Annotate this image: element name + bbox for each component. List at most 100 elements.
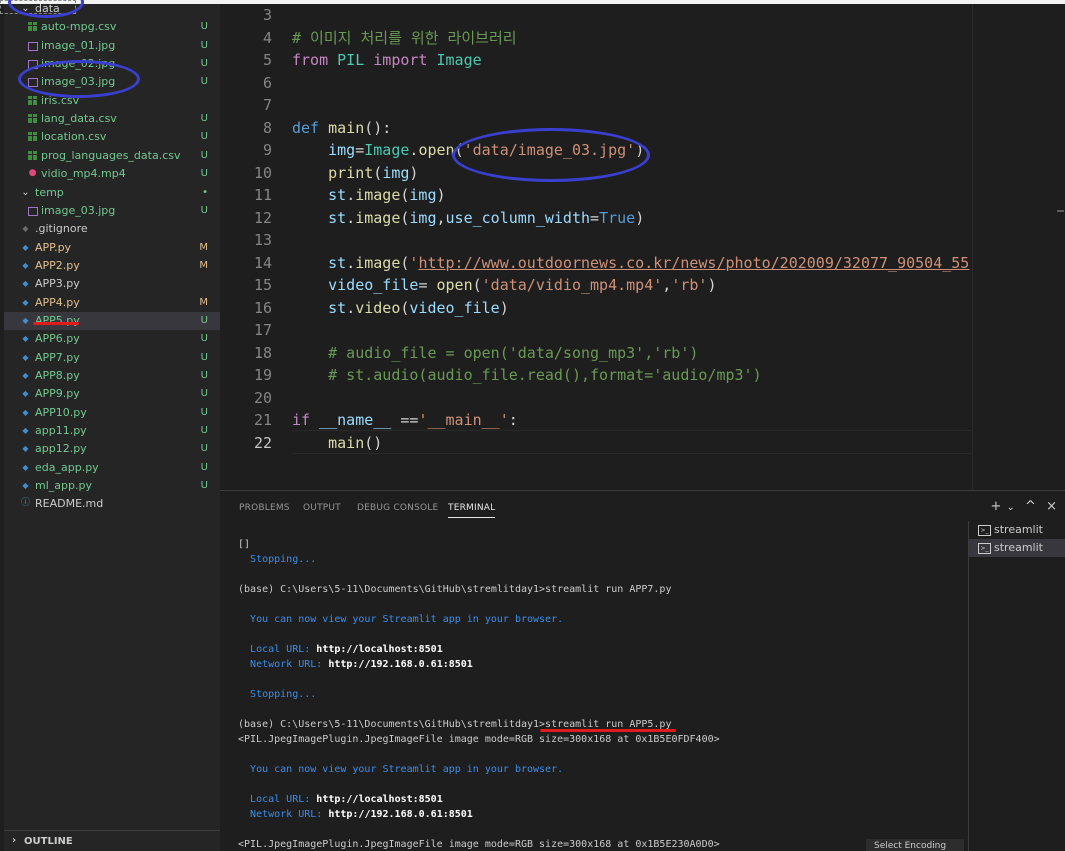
git-status-badge: U (200, 168, 208, 180)
file-item[interactable]: auto-mpg.csv U (4, 18, 220, 36)
code-line[interactable]: 16 st.video(video_file) (220, 297, 980, 319)
git-status-badge: M (199, 259, 208, 271)
editor-scrollbar[interactable] (1055, 4, 1065, 490)
outline-section[interactable]: › OUTLINE (4, 830, 220, 851)
line-number: 7 (262, 96, 272, 114)
line-source: main() (328, 433, 383, 452)
chevron-down-icon[interactable]: ⌄ (1007, 502, 1015, 513)
line-source: video_file= open('data/vidio_mp4.mp4','r… (328, 276, 717, 294)
file-item[interactable]: ● vidio_mp4.mp4 U (4, 165, 220, 183)
code-line[interactable]: 4 # 이미지 처리를 위한 라이브러리 (220, 27, 980, 49)
file-item[interactable]: ◆ app11.py U (4, 422, 220, 440)
file-item[interactable]: ◆ APP.py M (4, 239, 220, 257)
git-status-badge: U (200, 58, 208, 70)
chevron-down-icon: ⌄ (21, 186, 30, 198)
maximize-panel-icon[interactable]: ^ (1025, 499, 1036, 514)
explorer-sidebar: ⌄ data auto-mpg.csv Uimage_01.jpg Uimage_02.… (4, 4, 220, 851)
terminal-line: Stopping... (250, 554, 317, 565)
tab-debug-console[interactable]: DEBUG CONSOLE (357, 503, 438, 513)
python-file-icon: ◆ (22, 462, 29, 472)
git-status-badge: U (200, 388, 208, 400)
python-file-icon: ◆ (22, 407, 29, 417)
file-item[interactable]: ◆ APP2.py M (4, 257, 220, 275)
video-file-icon: ● (28, 168, 37, 179)
file-item[interactable]: ◆ APP8.py U (4, 367, 220, 385)
terminal-line: <PIL.JpegImagePlugin.JpegImageFile image… (238, 839, 720, 850)
tab-terminal[interactable]: TERMINAL (448, 503, 496, 518)
vscode-window: ⌄ data auto-mpg.csv Uimage_01.jpg Uimage_02.… (0, 0, 1065, 851)
terminal-item-2[interactable]: >_ streamlit (969, 539, 1065, 557)
terminal-line: Local URL: http://localhost:8501 (250, 794, 443, 805)
code-line[interactable]: 20 (220, 387, 980, 409)
code-line[interactable]: 6 (220, 72, 980, 94)
file-item[interactable]: ⓘ README.md (4, 495, 220, 513)
file-label: APP6.py (35, 332, 80, 346)
file-item[interactable]: prog_languages_data.csv U (4, 147, 220, 165)
code-line[interactable]: 22 main() (220, 432, 980, 454)
terminal-item-1[interactable]: >_ streamlit (969, 521, 1065, 539)
code-line[interactable]: 12 st.image(img,use_column_width=True) (220, 207, 980, 229)
git-status-badge: U (200, 425, 208, 437)
python-file-icon: ◆ (22, 444, 29, 454)
file-item[interactable]: ◆ app12.py U (4, 440, 220, 458)
file-item[interactable]: ◆ APP3.py (4, 275, 220, 293)
new-terminal-icon[interactable]: + (990, 499, 1001, 514)
image-file-icon (28, 41, 38, 51)
select-encoding-tooltip[interactable]: Select Encoding (866, 839, 964, 851)
code-line[interactable]: 11 st.image(img) (220, 184, 980, 206)
file-item[interactable]: ◆ eda_app.py U (4, 459, 220, 477)
close-panel-icon[interactable]: × (1046, 499, 1057, 514)
file-item[interactable]: ◆ .gitignore (4, 220, 220, 238)
code-line[interactable]: 13 (220, 229, 980, 251)
file-item[interactable]: ◆ APP5.py U (4, 311, 220, 330)
code-line[interactable]: 3 (220, 4, 980, 26)
file-label: app12.py (35, 442, 87, 456)
file-label: image_01.jpg (41, 38, 116, 52)
code-line[interactable]: 15 video_file= open('data/vidio_mp4.mp4'… (220, 274, 980, 296)
code-line[interactable]: 18 # audio_file = open('data/song_mp3','… (220, 342, 980, 364)
line-number: 9 (262, 141, 272, 159)
code-line[interactable]: 5 from PIL import Image (220, 49, 980, 71)
python-file-icon: ◆ (22, 334, 29, 344)
git-status-badge: U (200, 76, 208, 88)
python-file-icon: ◆ (22, 279, 29, 289)
code-line[interactable]: 7 (220, 94, 980, 116)
csv-file-icon (28, 132, 37, 142)
line-number: 20 (253, 388, 272, 407)
file-item[interactable]: ◆ APP9.py U (4, 385, 220, 403)
code-line[interactable]: 19 # st.audio(audio_file.read(),format='… (220, 364, 980, 386)
file-item[interactable]: location.csv U (4, 128, 220, 146)
terminal-line: [] (238, 539, 251, 550)
python-file-icon: ◆ (22, 389, 29, 399)
git-status-badge: U (200, 149, 208, 161)
code-line[interactable]: 21 if __name__ =='__main__': (220, 409, 980, 431)
terminal-line: You can now view your Streamlit app in y… (250, 764, 564, 775)
git-file-icon: ◆ (22, 224, 29, 234)
folder-item[interactable]: ⌄ temp • (4, 184, 220, 202)
file-item[interactable]: ◆ APP4.py M (4, 294, 220, 312)
file-item[interactable]: ◆ ml_app.py U (4, 477, 220, 495)
terminal-output[interactable]: [] Stopping... (base) C:\Users\5-11\Docum… (238, 537, 958, 851)
annotation-underline-app5 (33, 322, 79, 325)
line-number: 14 (253, 253, 272, 272)
file-item[interactable]: lang_data.csv U (4, 110, 220, 128)
file-item[interactable]: ◆ APP10.py U (4, 404, 220, 422)
file-label: location.csv (41, 130, 107, 144)
file-item[interactable]: image_03.jpg U (4, 202, 220, 220)
file-label: APP4.py (35, 295, 80, 309)
code-line[interactable]: 14 st.image('http://www.outdoornews.co.k… (220, 252, 980, 274)
line-source: # 이미지 처리를 위한 라이브러리 (292, 28, 517, 47)
code-editor[interactable]: 3 4 # 이미지 처리를 위한 라이브러리 5 from PIL import Ima… (220, 4, 1065, 490)
python-file-icon: ◆ (22, 481, 29, 491)
tab-problems[interactable]: PROBLEMS (239, 503, 290, 513)
tab-output[interactable]: OUTPUT (303, 503, 341, 513)
file-item[interactable]: ◆ APP6.py U (4, 330, 220, 348)
minimap[interactable] (972, 4, 1053, 490)
scroll-thumb[interactable] (1057, 210, 1064, 212)
code-line[interactable]: 17 (220, 319, 980, 341)
terminal-line: Local URL: http://localhost:8501 (250, 644, 443, 655)
line-source: st.video(video_file) (328, 298, 509, 317)
file-item[interactable]: ◆ APP7.py U (4, 349, 220, 367)
file-label: APP9.py (35, 387, 80, 401)
file-item[interactable]: image_01.jpg U (4, 37, 220, 55)
